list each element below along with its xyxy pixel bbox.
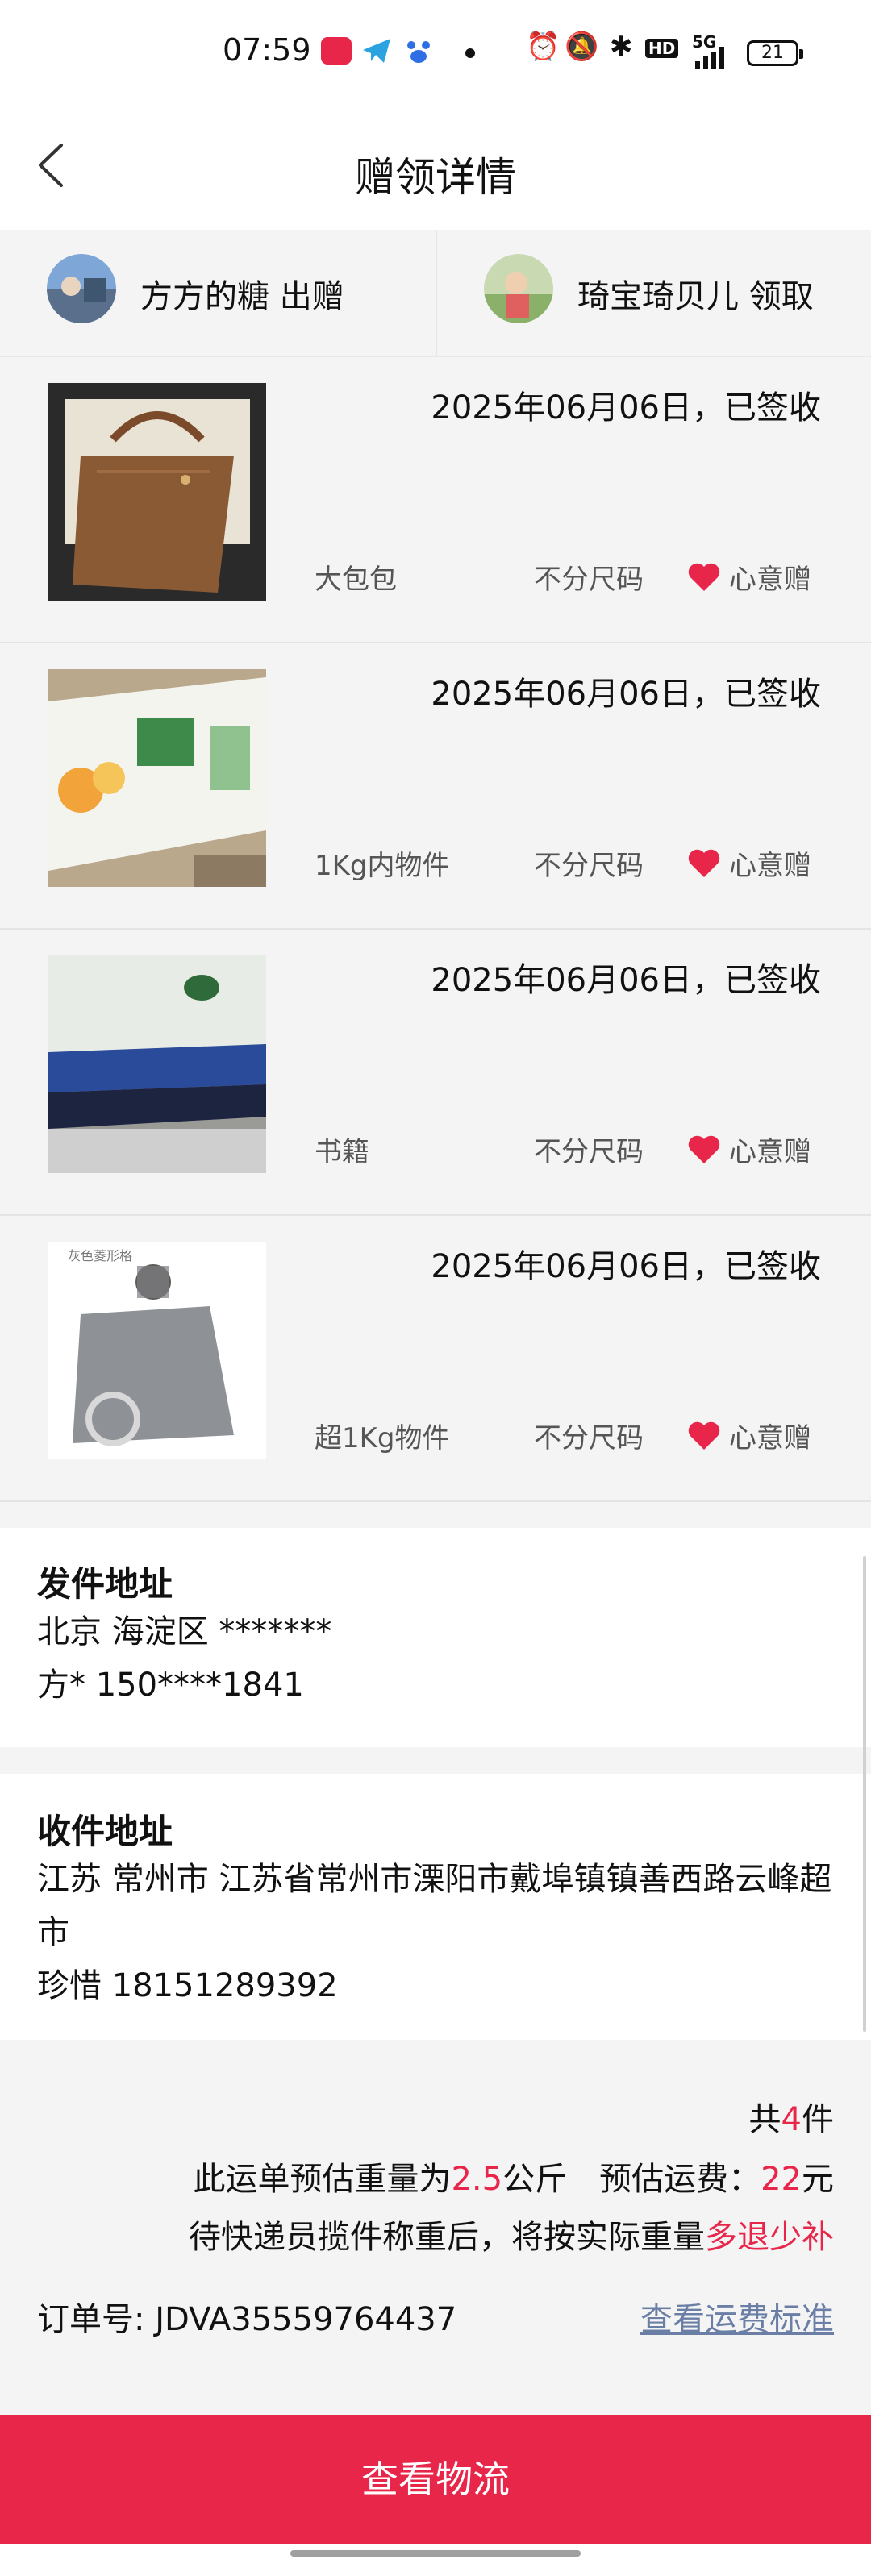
order-summary: 共4件 此运单预估重量为2.5公斤 预估运费：22元 待快递员揽件称重后，将按实际… — [0, 2040, 871, 2415]
item-image-caption: 灰色菱形格 — [68, 1248, 133, 1263]
status-time: 07:59 — [223, 32, 311, 68]
item-thumbnail[interactable]: 灰色菱形格 — [48, 1242, 266, 1459]
receiver-address-card: 收件地址 江苏 常州市 江苏省常州市溧阳市戴埠镇镇善西路云峰超市 珍惜 1815… — [0, 1774, 871, 2040]
sender-address-contact: 方* 150****1841 — [37, 1667, 304, 1704]
mute-icon: 🔕 — [565, 31, 599, 63]
sender-address-title: 发件地址 — [37, 1564, 173, 1604]
item-status: 2025年06月06日，已签收 — [431, 1248, 821, 1285]
status-bar: 07:59 ⏰ 🔕 ✱ HD 5G 21 — [0, 0, 871, 105]
item-tag: 心意赠 — [729, 1422, 811, 1454]
giver-party[interactable]: 方方的糖 出赠 — [0, 230, 436, 357]
item-size: 不分尺码 — [534, 1422, 644, 1454]
view-logistics-button[interactable]: 查看物流 — [0, 2415, 871, 2544]
item-thumbnail[interactable] — [48, 383, 266, 601]
weight-fee-line: 此运单预估重量为2.5公斤 预估运费：22元 — [193, 2161, 834, 2198]
gift-item[interactable]: 灰色菱形格 2025年06月06日，已签收 超1Kg物件 不分尺码 心意赠 — [0, 1216, 871, 1502]
receiver-party[interactable]: 琦宝琦贝儿 领取 — [436, 230, 871, 357]
baidu-icon — [403, 37, 434, 65]
heart-icon — [688, 1135, 720, 1163]
hd-icon: HD — [645, 39, 679, 58]
gift-item[interactable]: 2025年06月06日，已签收 1Kg内物件 不分尺码 心意赠 — [0, 643, 871, 930]
item-size: 不分尺码 — [534, 1136, 644, 1168]
sender-address-region: 北京 海淀区 ******* — [37, 1613, 332, 1650]
alarm-icon: ⏰ — [526, 31, 561, 63]
bluetooth-icon: ✱ — [610, 31, 633, 63]
item-status: 2025年06月06日，已签收 — [431, 962, 821, 999]
section-divider — [0, 1747, 871, 1774]
receiver-avatar[interactable] — [484, 254, 553, 323]
item-size: 不分尺码 — [534, 564, 644, 596]
giver-label: 方方的糖 出赠 — [140, 278, 344, 315]
receiver-address-title: 收件地址 — [37, 1812, 173, 1851]
heart-icon — [688, 849, 720, 877]
item-count: 共4件 — [748, 2101, 834, 2138]
telegram-icon — [361, 37, 392, 65]
item-tag: 心意赠 — [729, 1136, 811, 1168]
item-thumbnail[interactable] — [48, 669, 266, 887]
signal-icon — [694, 47, 732, 73]
page-title: 赠领详情 — [355, 154, 516, 201]
item-category: 大包包 — [315, 564, 397, 596]
giver-avatar[interactable] — [47, 254, 116, 323]
item-category: 超1Kg物件 — [315, 1422, 450, 1454]
gift-item[interactable]: 2025年06月06日，已签收 书籍 不分尺码 心意赠 — [0, 930, 871, 1216]
item-category: 1Kg内物件 — [315, 850, 450, 882]
gift-item[interactable]: 2025年06月06日，已签收 大包包 不分尺码 心意赠 — [0, 357, 871, 643]
order-number: 订单号: JDVA35559764437 — [37, 2301, 457, 2338]
scrollbar[interactable] — [863, 1556, 866, 2032]
heart-icon — [688, 1421, 720, 1450]
item-thumbnail[interactable] — [48, 955, 266, 1173]
item-status: 2025年06月06日，已签收 — [431, 676, 821, 713]
item-category: 书籍 — [315, 1136, 369, 1168]
receiver-label: 琦宝琦贝儿 领取 — [577, 278, 814, 315]
item-status: 2025年06月06日，已签收 — [431, 389, 821, 427]
receiver-address-detail: 江苏 常州市 江苏省常州市溧阳市戴埠镇镇善西路云峰超市 — [37, 1861, 832, 1951]
item-size: 不分尺码 — [534, 850, 644, 882]
item-tag: 心意赠 — [729, 564, 811, 596]
receiver-address-contact: 珍惜 18151289392 — [37, 1967, 338, 2004]
parties-bar: 方方的糖 出赠 琦宝琦贝儿 领取 — [0, 230, 871, 357]
sender-address-card: 发件地址 北京 海淀区 ******* 方* 150****1841 — [0, 1528, 871, 1747]
page-header: 赠领详情 — [0, 105, 871, 230]
heart-icon — [688, 563, 720, 591]
item-tag: 心意赠 — [729, 850, 811, 882]
dot-icon — [465, 48, 475, 58]
home-indicator[interactable] — [290, 2550, 581, 2557]
fee-standard-link[interactable]: 查看运费标准 — [640, 2293, 834, 2340]
gift-item-list: 2025年06月06日，已签收 大包包 不分尺码 心意赠 2025年06月06日… — [0, 357, 871, 1528]
battery-icon: 21 — [747, 40, 803, 66]
xiaohongshu-app-icon — [321, 37, 352, 65]
refund-note: 待快递员揽件称重后，将按实际重量多退少补 — [189, 2219, 834, 2256]
